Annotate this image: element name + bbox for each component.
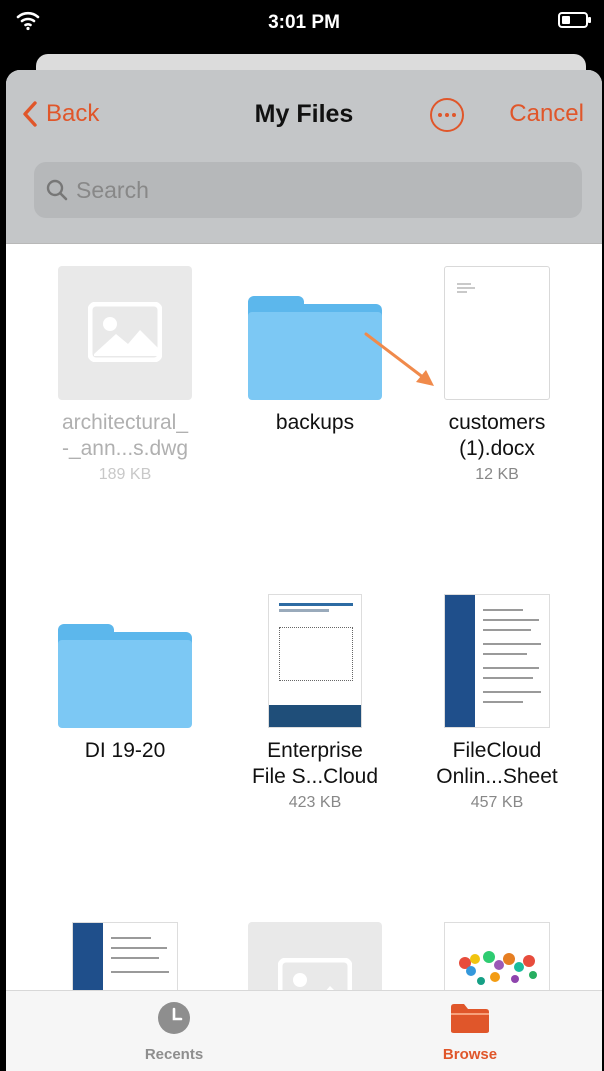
screen: 3:01 PM Back My Files Cancel Search arch… [6,0,602,1071]
file-item-filecloud[interactable]: FileCloud Onlin...Sheet 457 KB [402,594,592,812]
back-label: Back [46,100,100,127]
tab-browse[interactable]: Browse [390,1001,550,1063]
more-options-icon[interactable] [430,98,464,132]
file-item-enterprise[interactable]: Enterprise File S...Cloud 423 KB [220,594,410,812]
cancel-button[interactable]: Cancel [509,100,584,128]
battery-icon [558,12,591,28]
file-item-architectural[interactable]: architectural_ -_ann...s.dwg 189 KB [30,266,220,484]
file-size: 12 KB [475,466,519,483]
file-size: 189 KB [98,466,152,483]
file-name: customers (1).docx [448,411,546,460]
file-grid: architectural_ -_ann...s.dwg 189 KB backu… [6,244,602,1056]
document-thumbnail [444,266,550,400]
status-bar: 3:01 PM [6,0,602,44]
folder-icon [451,1004,489,1033]
tab-recents[interactable]: Recents [94,1001,254,1063]
file-name: FileCloud Onlin...Sheet [436,739,558,788]
pdf-thumbnail [444,594,550,728]
search-bar[interactable] [34,162,582,218]
image-placeholder-icon [58,266,192,400]
file-size: 457 KB [470,794,524,811]
tab-label: Browse [442,1046,498,1063]
tab-bar: Recents Browse [6,990,602,1071]
status-time: 3:01 PM [268,12,340,33]
file-picker-sheet: Back My Files Cancel Search architectura… [6,70,602,1071]
clock-icon [158,1002,190,1034]
chevron-left-icon [23,101,37,127]
folder-name: DI 19-20 [84,739,166,762]
pdf-thumbnail [268,594,362,728]
search-icon [46,179,68,201]
back-button[interactable]: Back [22,96,99,132]
navigation-bar: Back My Files Cancel [6,70,602,244]
file-name: architectural_ -_ann...s.dwg [61,411,189,460]
folder-name: backups [275,411,355,434]
annotation-arrow-icon [364,332,434,386]
search-input[interactable] [76,176,556,204]
folder-icon [58,624,192,728]
file-name: Enterprise File S...Cloud [251,739,379,788]
folder-item-di-19-20[interactable]: DI 19-20 [30,594,220,764]
tab-label: Recents [144,1046,204,1063]
file-size: 423 KB [288,794,342,811]
